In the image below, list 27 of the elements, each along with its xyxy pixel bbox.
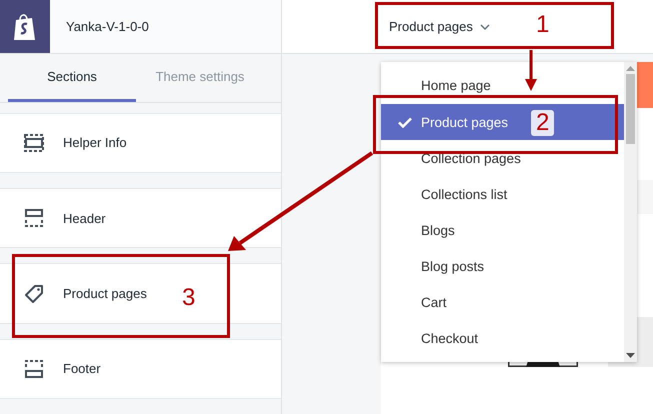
scrollbar-thumb[interactable] [626, 74, 635, 144]
step-number: 2 [531, 110, 554, 136]
menu-item[interactable]: Cart [381, 284, 624, 320]
arrow [525, 50, 537, 91]
step-number: 3 [182, 286, 196, 310]
scroll-down-icon[interactable] [626, 353, 635, 358]
menu-item[interactable]: Collection pages [381, 140, 624, 176]
header-layout-icon [24, 208, 44, 228]
menu-item[interactable]: Home page [381, 68, 624, 104]
menu-item[interactable]: Blog posts [381, 248, 624, 284]
store-name: Yanka-V-1-0-0 [66, 19, 149, 34]
section-item[interactable]: Footer [0, 338, 281, 400]
checkmark-icon [398, 116, 412, 128]
section-item[interactable]: Helper Info [0, 112, 281, 173]
menu-item[interactable]: Blogs [381, 212, 624, 248]
scrollbar[interactable] [624, 62, 637, 362]
section-item[interactable]: Header [0, 188, 281, 248]
scroll-up-icon[interactable] [626, 66, 635, 71]
sidebar-tab[interactable]: Sections [8, 54, 136, 102]
menu-item[interactable]: Collections list [381, 176, 624, 212]
section-layout-icon [24, 132, 44, 153]
footer-layout-icon [24, 358, 44, 379]
chevron-down-icon [480, 24, 490, 30]
step-number: 1 [536, 13, 550, 37]
page-selector[interactable]: Product pages [389, 15, 490, 38]
menu-item[interactable]: Checkout [381, 320, 624, 356]
tag-icon [24, 284, 44, 304]
